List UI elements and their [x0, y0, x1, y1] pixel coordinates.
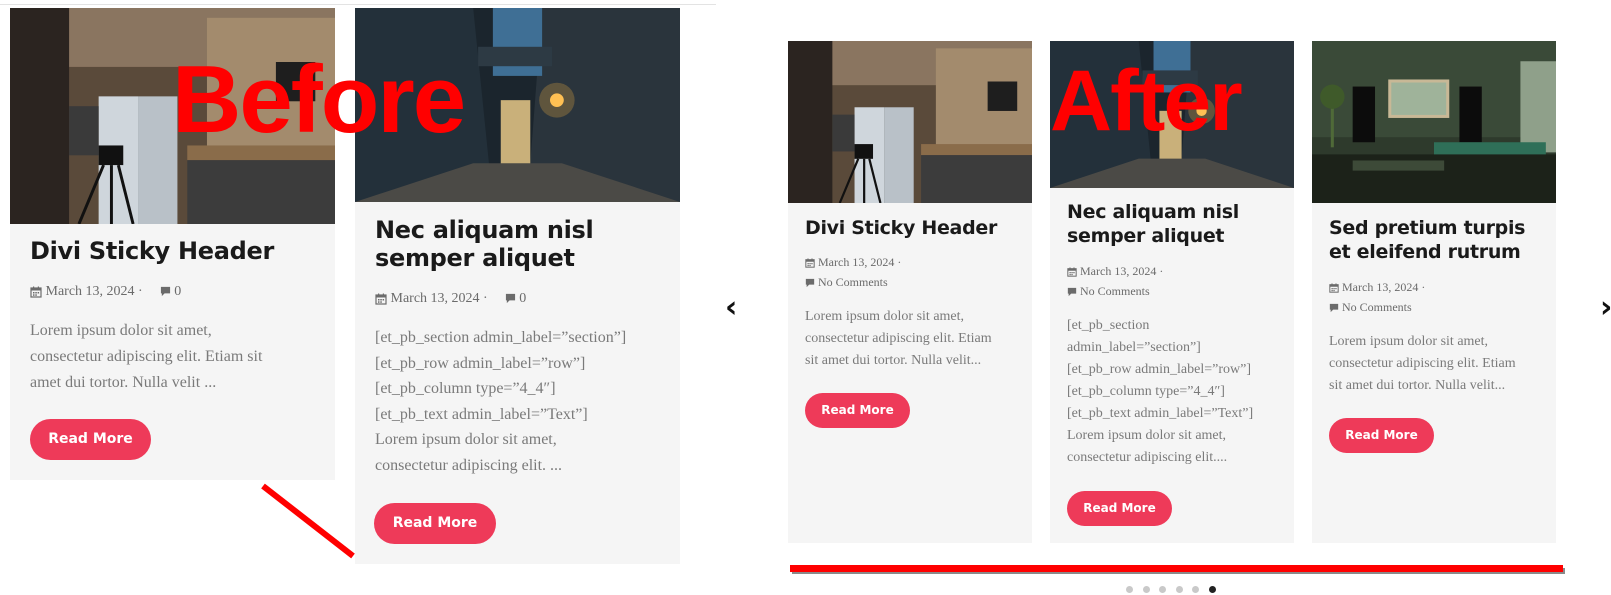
read-more-button[interactable]: Read More — [374, 503, 496, 544]
post-meta-comments: No Comments — [805, 275, 888, 290]
excerpt-line: [et_pb_section admin_label=”section”] — [375, 329, 627, 346]
post-thumbnail-living-room[interactable] — [1312, 41, 1556, 203]
top-divider — [0, 4, 716, 5]
excerpt-line: consectetur adipiscing elit. ... — [375, 456, 563, 474]
excerpt-line: Lorem ipsum dolor sit amet, — [1329, 334, 1489, 349]
carousel-next-arrow[interactable]: › — [1600, 293, 1611, 323]
calendar-icon — [805, 258, 815, 268]
post-title[interactable]: Divi Sticky Header — [805, 216, 997, 240]
comment-count[interactable]: 0 — [519, 291, 526, 306]
post-excerpt: Lorem ipsum dolor sit amet, consectetur … — [1329, 331, 1516, 397]
post-date: March 13, 2024 — [1080, 264, 1157, 278]
annotation-red-underline — [790, 565, 1563, 572]
pagination-dot[interactable] — [1142, 586, 1150, 593]
read-more-button[interactable]: Read More — [805, 393, 910, 428]
meta-separator: · — [138, 284, 143, 299]
excerpt-line: sit amet dui tortor. Nulla velit... — [1329, 378, 1506, 393]
after-post-card-3: Sed pretium turpis et eleifend rutrum Ma… — [1312, 41, 1556, 543]
pagination-dot[interactable] — [1192, 586, 1199, 593]
title-line: Nec aliquam nisl — [375, 216, 594, 244]
excerpt-line: [et_pb_text admin_label=”Text”] — [1067, 406, 1254, 421]
excerpt-line: consectetur adipiscing elit.... — [1067, 450, 1228, 465]
comment-icon — [1067, 287, 1077, 297]
excerpt-line: Lorem ipsum dolor sit amet, — [805, 309, 965, 324]
comment-count[interactable]: No Comments — [1080, 284, 1150, 298]
post-date: March 13, 2024 — [45, 284, 135, 299]
post-date: March 13, 2024 — [818, 255, 895, 269]
title-line: Nec aliquam nisl — [1067, 201, 1239, 223]
after-post-card-1: Divi Sticky Header March 13, 2024 · No C… — [788, 41, 1032, 543]
post-date: March 13, 2024 — [390, 291, 480, 306]
post-excerpt: Lorem ipsum dolor sit amet, consectetur … — [805, 306, 992, 372]
post-meta-comments: No Comments — [1067, 284, 1150, 299]
meta-separator: · — [1159, 264, 1164, 278]
meta-separator: · — [1421, 280, 1426, 294]
post-title[interactable]: Sed pretium turpis et eleifend rutrum — [1329, 216, 1525, 264]
excerpt-line: [et_pb_text admin_label=”Text”] — [375, 405, 588, 423]
calendar-icon — [1329, 283, 1339, 293]
post-meta-comments: No Comments — [1329, 300, 1412, 315]
post-meta-date: March 13, 2024 · — [1067, 264, 1163, 279]
title-line: semper aliquet — [1067, 225, 1225, 247]
calendar-icon — [1067, 267, 1077, 277]
meta-separator: · — [897, 255, 902, 269]
carousel-prev-arrow[interactable]: ‹ — [725, 293, 737, 323]
calendar-icon — [30, 286, 42, 298]
post-title[interactable]: Divi Sticky Header — [30, 236, 274, 266]
comment-icon — [505, 293, 516, 304]
post-excerpt: [et_pb_section admin_label=”section”] [e… — [375, 325, 626, 479]
excerpt-line: [et_pb_column type=”4_4″] — [375, 380, 556, 398]
excerpt-line: [et_pb_column type=”4_4″] — [1067, 384, 1225, 399]
excerpt-line: [et_pb_section — [1067, 318, 1150, 333]
pagination-dot[interactable] — [1126, 586, 1133, 593]
excerpt-line: Lorem ipsum dolor sit amet, — [375, 431, 557, 449]
pagination-dot[interactable] — [1208, 586, 1216, 593]
post-meta: March 13, 2024 · 0 — [375, 291, 526, 307]
pagination-dot[interactable] — [1159, 586, 1166, 593]
meta-separator: · — [483, 291, 488, 306]
comment-icon — [160, 286, 171, 297]
excerpt-line: [et_pb_row admin_label=”row”] — [375, 354, 586, 372]
excerpt-line: sit amet dui tortor. Nulla velit... — [805, 353, 982, 368]
read-more-button[interactable]: Read More — [30, 419, 151, 460]
read-more-button[interactable]: Read More — [1067, 491, 1172, 526]
post-meta-date: March 13, 2024 · — [805, 255, 901, 270]
excerpt-line: consectetur adipiscing elit. Etiam — [805, 331, 992, 346]
post-excerpt: [et_pb_section admin_label=”section”] [e… — [1067, 315, 1253, 469]
excerpt-line: Lorem ipsum dolor sit amet, — [1067, 428, 1227, 443]
comment-icon — [805, 278, 815, 288]
post-date: March 13, 2024 — [1342, 280, 1419, 294]
excerpt-line: consectetur adipiscing elit. Etiam — [1329, 356, 1516, 371]
title-line: et eleifend rutrum — [1329, 241, 1521, 263]
excerpt-line: consectetur adipiscing elit. Etiam sit — [30, 348, 263, 365]
excerpt-line: amet dui tortor. Nulla velit ... — [30, 374, 217, 391]
post-thumbnail-kitchen[interactable] — [788, 41, 1032, 203]
before-annotation-label: Before — [172, 46, 466, 153]
after-annotation-label: After — [1050, 53, 1243, 149]
title-line: Sed pretium turpis — [1329, 217, 1526, 239]
post-meta-date: March 13, 2024 · — [1329, 280, 1425, 295]
comment-icon — [1329, 303, 1339, 313]
post-title[interactable]: Nec aliquam nisl semper aliquet — [375, 216, 594, 272]
post-meta: March 13, 2024 · 0 — [30, 284, 181, 300]
excerpt-line: [et_pb_row admin_label=”row”] — [1067, 362, 1251, 377]
annotation-red-slash — [261, 483, 355, 559]
calendar-icon — [375, 293, 387, 305]
read-more-button[interactable]: Read More — [1329, 418, 1434, 453]
post-title[interactable]: Nec aliquam nisl semper aliquet — [1067, 200, 1239, 248]
excerpt-line: Lorem ipsum dolor sit amet, — [30, 322, 212, 339]
comment-count[interactable]: No Comments — [818, 275, 888, 289]
title-line: semper aliquet — [375, 244, 575, 272]
post-excerpt: Lorem ipsum dolor sit amet, consectetur … — [30, 318, 262, 396]
comment-count[interactable]: No Comments — [1342, 300, 1412, 314]
excerpt-line: admin_label=”section”] — [1067, 340, 1201, 355]
comment-count[interactable]: 0 — [174, 284, 181, 299]
pagination-dot[interactable] — [1175, 586, 1183, 593]
